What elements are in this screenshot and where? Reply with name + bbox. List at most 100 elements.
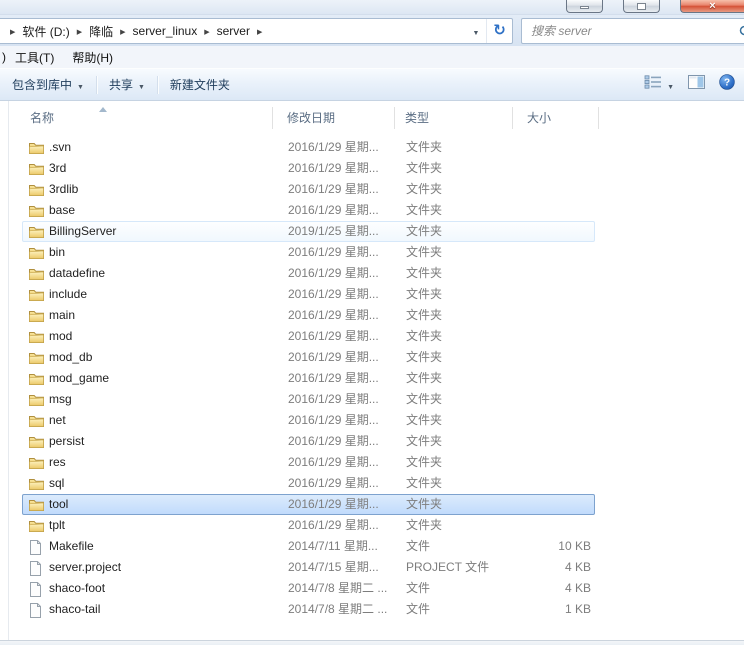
file-name: datadefine: [49, 264, 105, 283]
file-date: 2014/7/8 星期二 ...: [288, 600, 387, 619]
file-date: 2016/1/29 星期...: [288, 369, 379, 388]
command-bar: 包含到库中 共享 新建文件夹: [0, 68, 744, 101]
breadcrumb-item-server-linux[interactable]: server_linux: [128, 21, 203, 41]
minimize-button[interactable]: [566, 0, 603, 13]
file-type: 文件夹: [406, 453, 442, 472]
share-button[interactable]: 共享: [99, 73, 155, 97]
breadcrumb-arrow-icon: [120, 22, 125, 40]
file-date: 2016/1/29 星期...: [288, 516, 379, 535]
file-name: shaco-foot: [49, 579, 105, 598]
table-row[interactable]: mod_db 2016/1/29 星期... 文件夹: [22, 347, 595, 368]
table-row[interactable]: BillingServer 2019/1/25 星期... 文件夹: [22, 221, 595, 242]
include-in-library-button[interactable]: 包含到库中: [2, 73, 94, 97]
menu-item-help[interactable]: 帮助(H): [63, 47, 122, 68]
refresh-button[interactable]: [486, 19, 512, 43]
file-date: 2016/1/29 星期...: [288, 180, 379, 199]
table-row[interactable]: mod_game 2016/1/29 星期... 文件夹: [22, 368, 595, 389]
folder-icon: [29, 309, 44, 322]
table-row[interactable]: msg 2016/1/29 星期... 文件夹: [22, 389, 595, 410]
table-row[interactable]: .svn 2016/1/29 星期... 文件夹: [22, 137, 595, 158]
file-type: 文件夹: [406, 411, 442, 430]
table-row[interactable]: include 2016/1/29 星期... 文件夹: [22, 284, 595, 305]
search-icon: [739, 25, 744, 44]
folder-icon: [29, 414, 44, 427]
table-row[interactable]: base 2016/1/29 星期... 文件夹: [22, 200, 595, 221]
table-row[interactable]: main 2016/1/29 星期... 文件夹: [22, 305, 595, 326]
close-button[interactable]: ×: [680, 0, 744, 13]
table-row[interactable]: bin 2016/1/29 星期... 文件夹: [22, 242, 595, 263]
folder-icon: [29, 288, 44, 301]
table-row[interactable]: 3rd 2016/1/29 星期... 文件夹: [22, 158, 595, 179]
views-button[interactable]: [639, 71, 679, 98]
maximize-button[interactable]: [623, 0, 660, 13]
file-type: 文件夹: [406, 201, 442, 220]
file-type: 文件夹: [406, 390, 442, 409]
table-row[interactable]: 3rdlib 2016/1/29 星期... 文件夹: [22, 179, 595, 200]
table-row[interactable]: datadefine 2016/1/29 星期... 文件夹: [22, 263, 595, 284]
table-row[interactable]: persist 2016/1/29 星期... 文件夹: [22, 431, 595, 452]
column-separator[interactable]: [272, 107, 273, 129]
sort-ascending-icon: [99, 107, 107, 112]
menu-item-tools[interactable]: 工具(T): [6, 47, 63, 68]
file-name: bin: [49, 243, 65, 262]
column-separator[interactable]: [512, 107, 513, 129]
folder-icon: [29, 519, 44, 532]
file-name: mod_db: [49, 348, 92, 367]
file-name: shaco-tail: [49, 600, 100, 619]
breadcrumb-item-server[interactable]: server: [212, 21, 255, 41]
preview-pane-button[interactable]: [683, 71, 710, 98]
table-row[interactable]: Makefile 2014/7/11 星期... 文件 10 KB: [22, 536, 595, 557]
file-type: 文件夹: [406, 264, 442, 283]
column-header-date[interactable]: 修改日期: [287, 106, 335, 130]
file-size: 10 KB: [461, 537, 591, 556]
folder-icon: [29, 393, 44, 406]
address-bar[interactable]: 软件 (D:) 降临 server_linux server: [0, 18, 513, 44]
file-type: 文件夹: [406, 180, 442, 199]
file-name: sql: [49, 474, 64, 493]
column-separator[interactable]: [598, 107, 599, 129]
file-name: tplt: [49, 516, 65, 535]
search-box[interactable]: [521, 18, 744, 44]
table-row[interactable]: tplt 2016/1/29 星期... 文件夹: [22, 515, 595, 536]
command-bar-right: ?: [639, 70, 744, 99]
new-folder-button[interactable]: 新建文件夹: [160, 73, 240, 97]
preview-pane-icon: [688, 75, 705, 94]
column-header-size[interactable]: 大小: [527, 106, 551, 130]
table-row[interactable]: server.project 2014/7/15 星期... PROJECT 文…: [22, 557, 595, 578]
breadcrumb-arrow-icon: [257, 22, 262, 40]
column-header-type[interactable]: 类型: [405, 106, 429, 130]
file-size: 4 KB: [461, 558, 591, 577]
folder-icon: [29, 204, 44, 217]
folder-icon: [29, 372, 44, 385]
column-header-name[interactable]: 名称: [30, 106, 54, 130]
table-row[interactable]: mod 2016/1/29 星期... 文件夹: [22, 326, 595, 347]
file-date: 2016/1/29 星期...: [288, 390, 379, 409]
table-row[interactable]: net 2016/1/29 星期... 文件夹: [22, 410, 595, 431]
table-row[interactable]: res 2016/1/29 星期... 文件夹: [22, 452, 595, 473]
file-date: 2016/1/29 星期...: [288, 243, 379, 262]
file-size: 4 KB: [461, 579, 591, 598]
file-date: 2016/1/29 星期...: [288, 264, 379, 283]
table-row[interactable]: tool 2016/1/29 星期... 文件夹: [22, 494, 595, 515]
file-name: tool: [49, 495, 68, 514]
table-row[interactable]: sql 2016/1/29 星期... 文件夹: [22, 473, 595, 494]
file-date: 2014/7/11 星期...: [288, 537, 378, 556]
address-history-dropdown-button[interactable]: [466, 19, 486, 43]
breadcrumb-item-drive[interactable]: 软件 (D:): [17, 20, 74, 43]
column-separator[interactable]: [394, 107, 395, 129]
close-icon: ×: [709, 0, 715, 12]
table-row[interactable]: shaco-tail 2014/7/8 星期二 ... 文件 1 KB: [22, 599, 595, 620]
file-date: 2016/1/29 星期...: [288, 201, 379, 220]
folder-icon: [29, 351, 44, 364]
chevron-down-icon: [667, 76, 674, 94]
maximize-icon: [637, 3, 646, 10]
file-type: 文件夹: [406, 243, 442, 262]
search-input[interactable]: [522, 19, 744, 43]
table-row[interactable]: shaco-foot 2014/7/8 星期二 ... 文件 4 KB: [22, 578, 595, 599]
file-icon: [29, 603, 42, 618]
file-name: base: [49, 201, 75, 220]
help-button[interactable]: ?: [714, 70, 740, 99]
breadcrumb-item-jianglin[interactable]: 降临: [84, 20, 118, 43]
folder-icon: [29, 183, 44, 196]
file-date: 2016/1/29 星期...: [288, 327, 379, 346]
